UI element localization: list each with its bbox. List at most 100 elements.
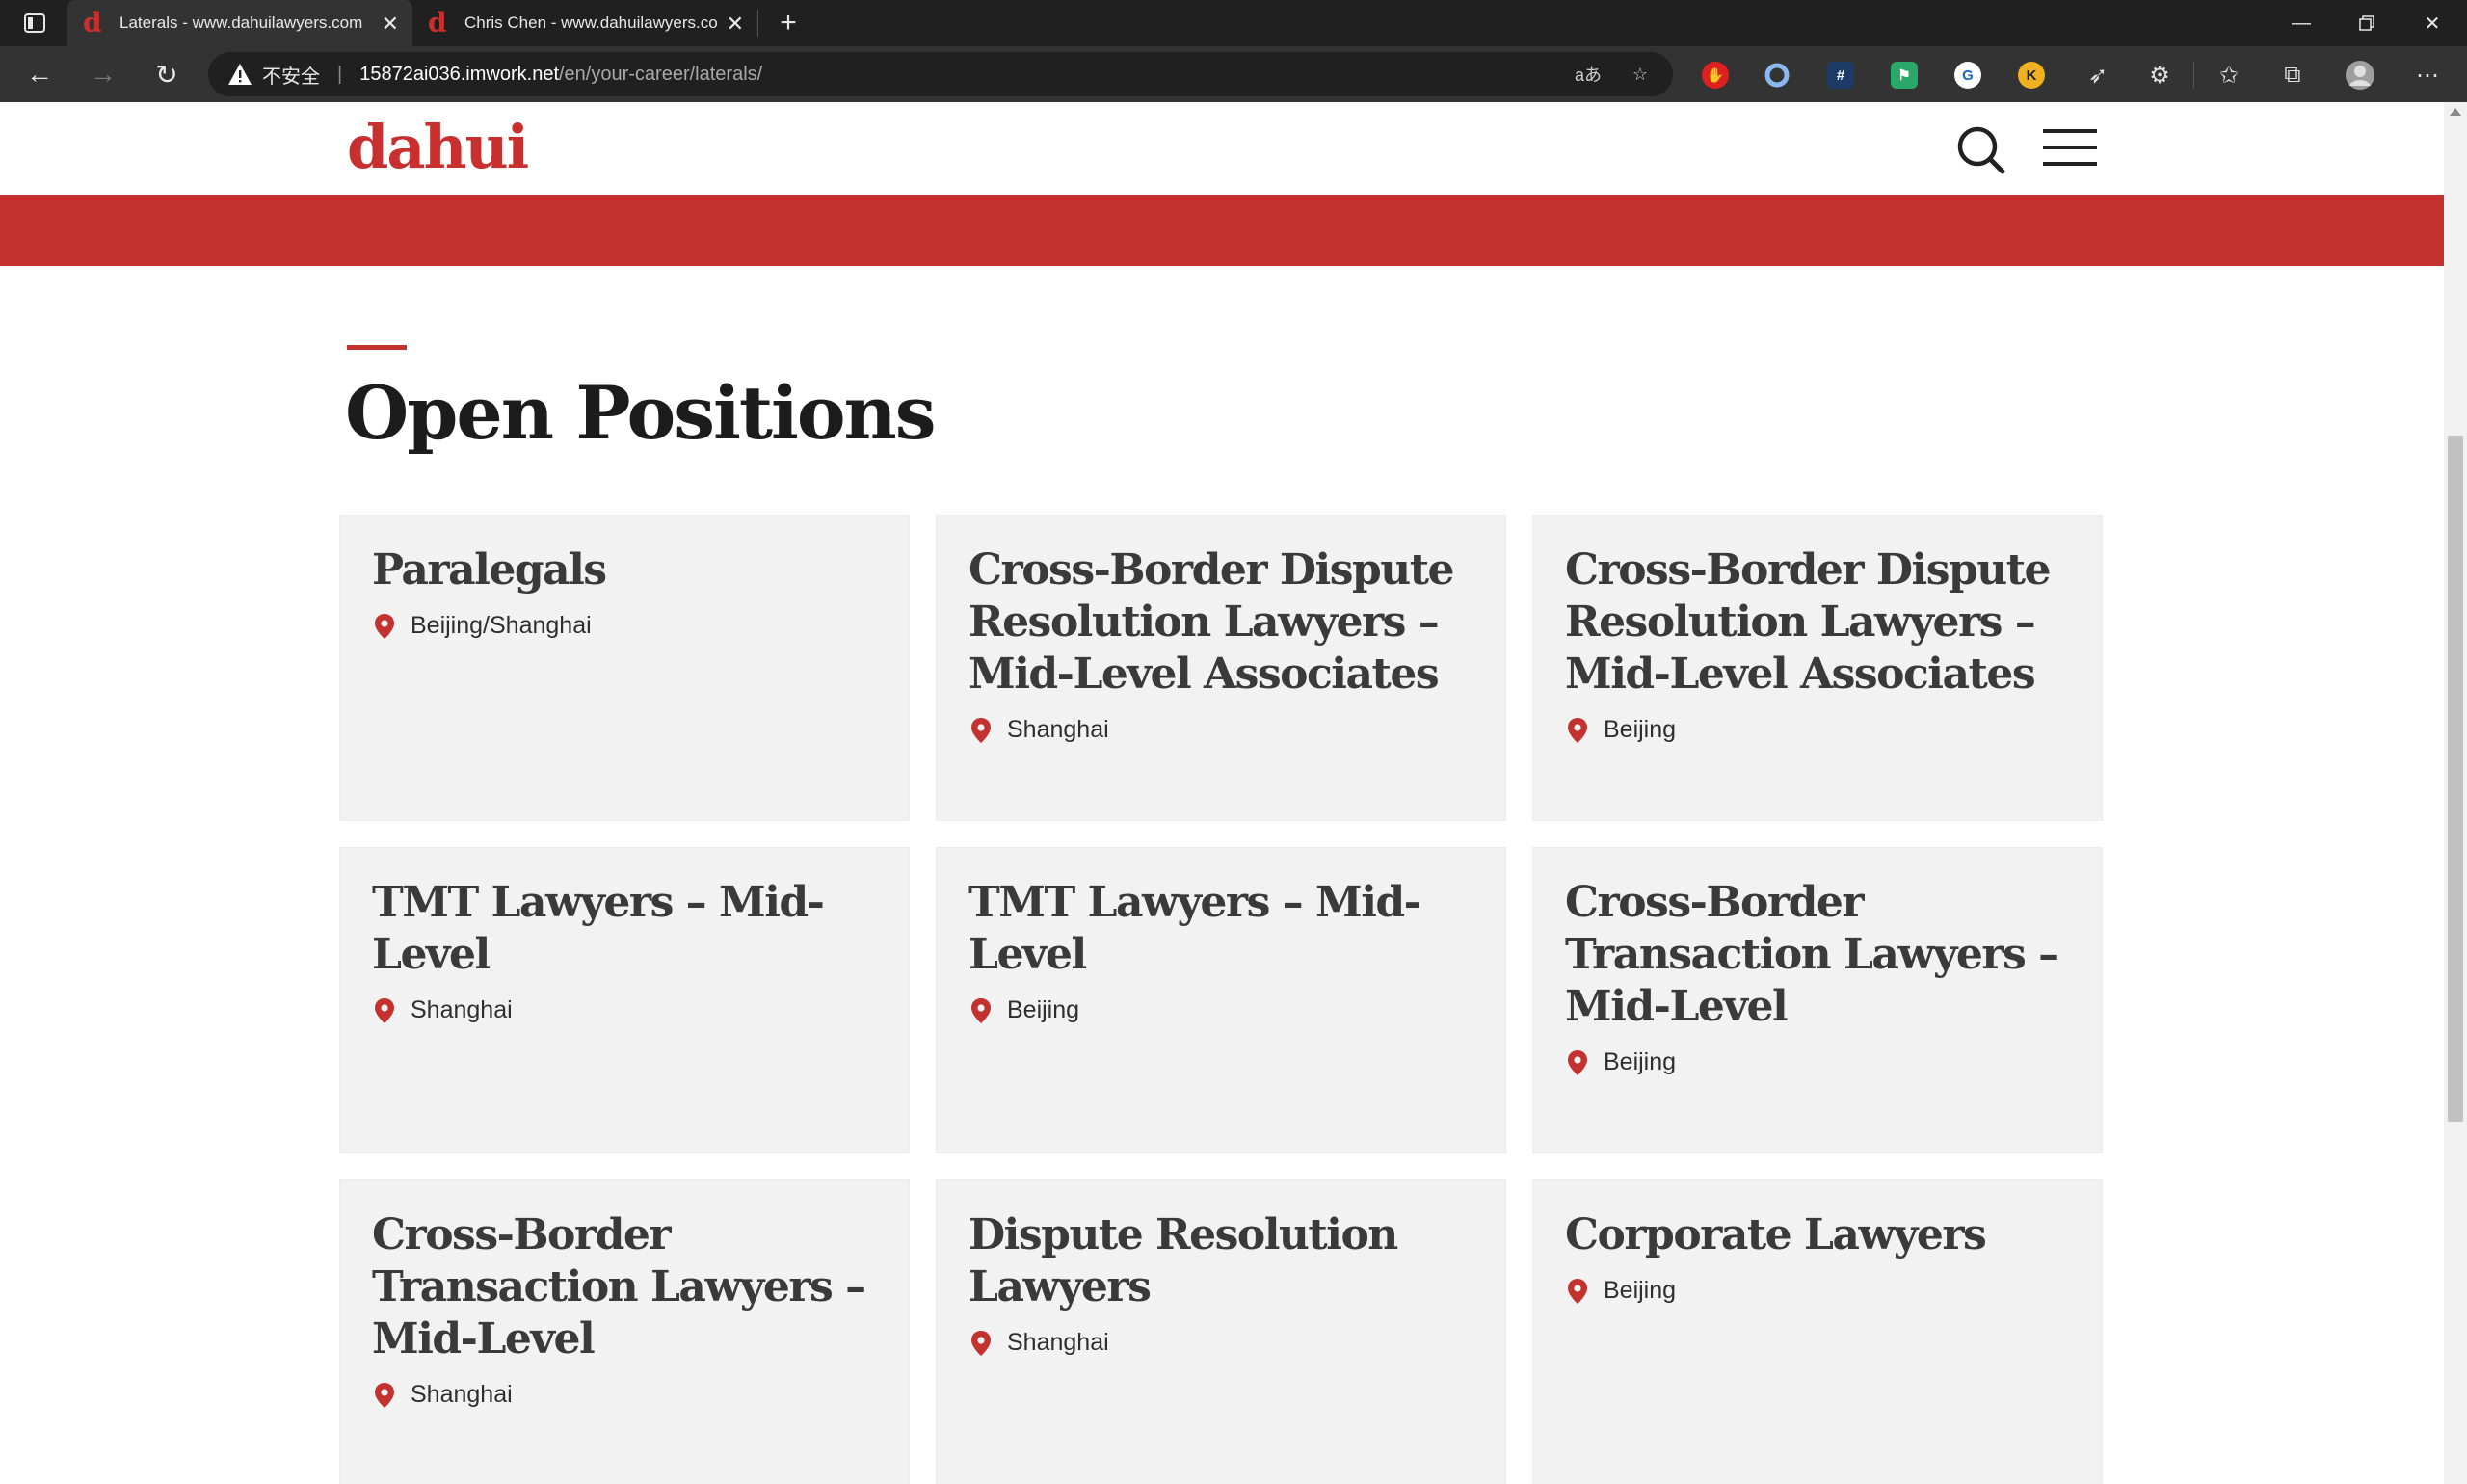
url-host: 15872ai036.imwork.net	[359, 63, 559, 85]
map-pin-icon	[971, 1330, 991, 1356]
flag-extension-icon[interactable]: ⚑	[1891, 62, 1918, 89]
refresh-icon[interactable]: ↻	[146, 55, 187, 93]
address-separator: |	[337, 63, 343, 85]
menu-line	[2043, 146, 2097, 149]
url-path: /en/your-career/laterals/	[559, 63, 763, 85]
menu-line	[2043, 129, 2097, 133]
address-bar[interactable]: 不安全 | 15872ai036.imwork.net /en/your-car…	[208, 52, 1673, 96]
new-tab-icon[interactable]: +	[771, 6, 806, 40]
section-title: Open Positions	[345, 370, 937, 456]
close-tab-icon[interactable]: ✕	[382, 12, 399, 37]
scroll-up-arrow-icon[interactable]	[2450, 108, 2461, 116]
map-pin-icon	[375, 613, 394, 639]
position-card[interactable]: Paralegals Beijing/Shanghai	[339, 515, 910, 821]
map-pin-icon	[971, 997, 991, 1023]
hash-extension-icon[interactable]: #	[1827, 62, 1854, 89]
page-scrollbar[interactable]	[2444, 102, 2467, 1484]
close-tab-icon[interactable]: ✕	[727, 12, 744, 37]
map-pin-icon	[1568, 1049, 1587, 1075]
more-options-icon[interactable]: ⋯	[2411, 59, 2444, 92]
position-location: Beijing	[1565, 716, 2070, 744]
tab-title: Chris Chen - www.dahuilawyers.com	[464, 13, 717, 32]
browser-toolbar: ← → ↻ 不安全 | 15872ai036.imwork.net /en/yo…	[0, 46, 2467, 102]
cursor-extension-icon[interactable]: ➶	[2082, 59, 2114, 92]
dahui-favicon-icon: d	[83, 7, 102, 39]
map-pin-icon	[1568, 717, 1587, 743]
position-title[interactable]: Cross-Border Transaction Lawyers – Mid-L…	[372, 1209, 877, 1365]
positions-grid: Paralegals Beijing/Shanghai Cross-Border…	[339, 515, 2105, 1484]
location-text: Shanghai	[411, 996, 513, 1023]
restore-icon[interactable]	[2334, 0, 2400, 46]
extensions-icon[interactable]: ⚙	[2143, 59, 2176, 92]
location-text: Shanghai	[411, 1381, 513, 1408]
position-card[interactable]: Cross-Border Transaction Lawyers – Mid-L…	[1532, 847, 2103, 1153]
minimize-icon[interactable]: —	[2268, 0, 2334, 46]
page-viewport: dahui Open Positions Paralegals Beijing/…	[0, 102, 2444, 1484]
position-title[interactable]: Cross-Border Dispute Resolution Lawyers …	[1565, 544, 2070, 701]
position-card[interactable]: Cross-Border Dispute Resolution Lawyers …	[936, 515, 1506, 821]
favorites-icon[interactable]: ✩	[2213, 59, 2245, 92]
hero-band	[0, 195, 2444, 266]
security-label[interactable]: 不安全	[262, 61, 320, 89]
map-pin-icon	[375, 997, 394, 1023]
dahui-favicon-icon: d	[428, 7, 447, 39]
k-extension-icon[interactable]: K	[2018, 62, 2045, 89]
back-icon[interactable]: ←	[19, 55, 60, 93]
scroll-thumb[interactable]	[2448, 436, 2463, 1122]
location-text: Shanghai	[1007, 716, 1109, 743]
hamburger-menu-icon[interactable]	[2043, 129, 2097, 172]
circle-extension-icon[interactable]	[1764, 62, 1791, 89]
section-accent-rule	[347, 345, 407, 350]
position-title[interactable]: Dispute Resolution Lawyers	[968, 1209, 1473, 1313]
add-favorite-icon[interactable]: ☆	[1619, 52, 1661, 96]
position-card[interactable]: Dispute Resolution Lawyers Shanghai	[936, 1179, 1506, 1484]
position-card[interactable]: Corporate Lawyers Beijing	[1532, 1179, 2103, 1484]
tab-chris-chen[interactable]: d Chris Chen - www.dahuilawyers.com ✕	[412, 0, 757, 46]
position-card[interactable]: TMT Lawyers – Mid-Level Beijing	[936, 847, 1506, 1153]
position-title[interactable]: Corporate Lawyers	[1565, 1209, 2070, 1261]
location-text: Shanghai	[1007, 1329, 1109, 1356]
warning-icon[interactable]	[227, 63, 252, 86]
position-title[interactable]: Paralegals	[372, 544, 877, 596]
site-logo[interactable]: dahui	[347, 112, 529, 182]
position-location: Shanghai	[968, 716, 1473, 744]
tab-bar: d Laterals - www.dahuilawyers.com ✕ d Ch…	[0, 0, 2467, 46]
menu-line	[2043, 162, 2097, 166]
location-text: Beijing	[1604, 1277, 1677, 1304]
position-title[interactable]: Cross-Border Dispute Resolution Lawyers …	[968, 544, 1473, 701]
map-pin-icon	[375, 1382, 394, 1408]
position-location: Beijing	[968, 996, 1473, 1024]
tab-title: Laterals - www.dahuilawyers.com	[119, 13, 363, 32]
tab-divider	[757, 10, 758, 37]
position-card[interactable]: Cross-Border Dispute Resolution Lawyers …	[1532, 515, 2103, 821]
collections-icon[interactable]: ⧉	[2276, 59, 2309, 92]
position-location: Beijing/Shanghai	[372, 612, 877, 640]
position-title[interactable]: TMT Lawyers – Mid-Level	[372, 877, 877, 981]
site-header: dahui	[0, 102, 2444, 195]
close-window-icon[interactable]: ✕	[2400, 0, 2465, 46]
globe-extension-icon[interactable]: G	[1954, 62, 1981, 89]
tab-laterals[interactable]: d Laterals - www.dahuilawyers.com ✕	[67, 0, 412, 46]
position-card[interactable]: TMT Lawyers – Mid-Level Shanghai	[339, 847, 910, 1153]
read-aloud-icon[interactable]: aあ	[1567, 52, 1609, 96]
position-title[interactable]: Cross-Border Transaction Lawyers – Mid-L…	[1565, 877, 2070, 1033]
position-location: Beijing	[1565, 1048, 2070, 1076]
position-location: Shanghai	[968, 1329, 1473, 1357]
location-text: Beijing	[1604, 716, 1677, 743]
search-icon[interactable]	[1954, 123, 2008, 177]
tab-actions-icon[interactable]	[15, 8, 54, 39]
location-text: Beijing/Shanghai	[411, 612, 592, 639]
position-location: Beijing	[1565, 1277, 2070, 1305]
adblock-icon[interactable]: ✋	[1702, 62, 1729, 89]
map-pin-icon	[1568, 1278, 1587, 1304]
profile-avatar-icon[interactable]	[2344, 59, 2376, 92]
location-text: Beijing	[1604, 1048, 1677, 1075]
position-card[interactable]: Cross-Border Transaction Lawyers – Mid-L…	[339, 1179, 910, 1484]
toolbar-separator	[2193, 62, 2194, 89]
position-title[interactable]: TMT Lawyers – Mid-Level	[968, 877, 1473, 981]
map-pin-icon	[971, 717, 991, 743]
position-location: Shanghai	[372, 996, 877, 1024]
position-location: Shanghai	[372, 1381, 877, 1409]
forward-icon[interactable]: →	[83, 55, 123, 93]
location-text: Beijing	[1007, 996, 1080, 1023]
